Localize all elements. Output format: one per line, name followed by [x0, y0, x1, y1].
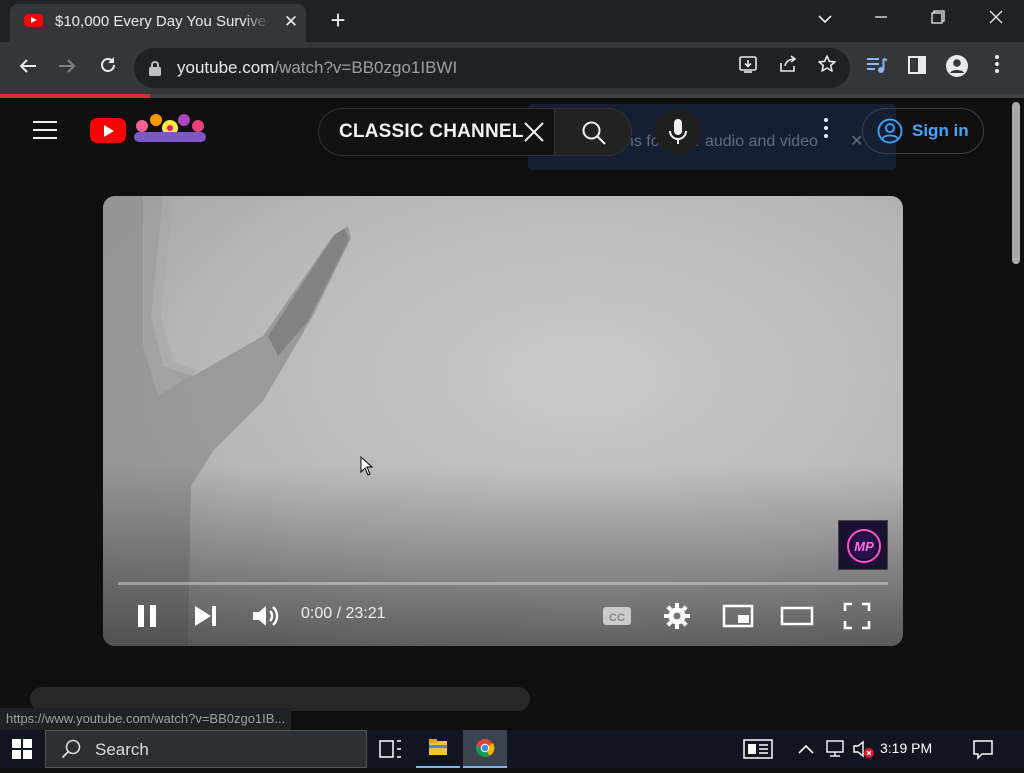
youtube-logo[interactable] — [90, 118, 126, 143]
scrollbar-thumb[interactable] — [1012, 102, 1020, 264]
file-explorer-icon[interactable] — [416, 730, 460, 768]
network-icon[interactable] — [824, 738, 846, 760]
browser-toolbar: youtube.com/watch?v=BB0zgo1IBWI — [0, 42, 1024, 94]
install-app-icon[interactable] — [734, 54, 762, 82]
taskbar-search-box[interactable]: Search — [45, 730, 367, 768]
profile-avatar-icon[interactable] — [943, 54, 971, 82]
video-progress-bar[interactable] — [118, 582, 888, 585]
notifications-icon[interactable] — [972, 738, 994, 760]
channel-watermark-logo[interactable]: MP — [838, 520, 888, 570]
search-query[interactable]: CLASSIC CHANNEL — [339, 121, 524, 143]
search-icon — [61, 739, 81, 759]
task-view-icon[interactable] — [368, 730, 412, 768]
settings-menu-icon[interactable] — [816, 116, 836, 144]
address-bar[interactable]: youtube.com/watch?v=BB0zgo1IBWI — [134, 48, 850, 88]
time-display: 0:00 / 23:21 — [301, 605, 386, 622]
svg-text:MP: MP — [854, 539, 874, 554]
search-input[interactable]: CLASSIC CHANNEL — [318, 108, 554, 156]
clear-search-icon[interactable] — [521, 119, 547, 145]
sign-in-label: Sign in — [912, 121, 969, 140]
chrome-menu-icon[interactable] — [983, 54, 1011, 82]
volume-muted-icon[interactable] — [852, 738, 874, 760]
fullscreen-icon[interactable] — [839, 598, 875, 634]
youtube-doodle-logo[interactable] — [130, 110, 210, 144]
microphone-icon — [669, 119, 687, 144]
taskbar-clock[interactable]: 3:19 PM — [880, 740, 932, 756]
back-button[interactable] — [14, 54, 42, 82]
youtube-page: Get captions for your audio and video ✕ … — [0, 98, 1008, 730]
page-scrollbar[interactable] — [1008, 98, 1024, 730]
search-button[interactable] — [554, 108, 632, 156]
share-icon[interactable] — [774, 54, 802, 82]
search-icon — [582, 121, 606, 145]
tab-close-icon[interactable]: ✕ — [282, 13, 300, 31]
lock-icon[interactable] — [148, 60, 162, 76]
account-circle-icon — [877, 118, 903, 144]
side-panel-icon[interactable] — [903, 54, 931, 82]
volume-icon[interactable] — [247, 598, 283, 634]
guide-menu-icon[interactable] — [33, 121, 57, 139]
settings-gear-icon[interactable] — [659, 598, 695, 634]
url-text[interactable]: youtube.com/watch?v=BB0zgo1IBWI — [177, 58, 457, 78]
reload-button[interactable] — [94, 54, 122, 82]
subtitles-cc-button[interactable]: CC — [599, 598, 635, 634]
media-controls-icon[interactable] — [863, 54, 891, 82]
forward-button[interactable] — [53, 54, 81, 82]
status-bar-url: https://www.youtube.com/watch?v=BB0zgo1I… — [0, 708, 292, 730]
new-tab-button[interactable]: + — [326, 7, 350, 33]
miniplayer-icon[interactable] — [720, 598, 756, 634]
bookmark-star-icon[interactable] — [813, 54, 841, 82]
tab-search-chevron-icon[interactable] — [810, 6, 840, 34]
voice-search-button[interactable] — [655, 109, 701, 155]
show-hidden-icons-chevron-icon[interactable] — [795, 738, 817, 760]
theater-mode-icon[interactable] — [779, 598, 815, 634]
video-player[interactable]: MP 0:00 / 23:21 CC — [103, 196, 903, 646]
pause-button[interactable] — [129, 598, 165, 634]
next-video-button[interactable] — [187, 598, 223, 634]
browser-tab[interactable]: $10,000 Every Day You Survive In Prison … — [10, 4, 306, 42]
close-window-button[interactable] — [981, 6, 1011, 34]
chrome-taskbar-icon[interactable] — [463, 730, 507, 768]
tab-title: $10,000 Every Day You Survive In Prison — [55, 13, 269, 30]
mouse-cursor-icon — [360, 456, 374, 476]
sign-in-button[interactable]: Sign in — [862, 108, 984, 154]
news-widget-icon[interactable] — [743, 738, 773, 760]
minimize-button[interactable] — [866, 6, 896, 34]
tab-strip: $10,000 Every Day You Survive In Prison … — [0, 0, 1024, 42]
restore-button[interactable] — [923, 6, 953, 34]
windows-logo-icon — [12, 739, 32, 759]
svg-text:CC: CC — [609, 612, 625, 624]
start-button[interactable] — [0, 730, 45, 768]
taskbar-search-placeholder: Search — [95, 740, 149, 759]
youtube-favicon-icon — [24, 14, 43, 27]
windows-taskbar: Search 3:19 PM — [0, 730, 1024, 768]
